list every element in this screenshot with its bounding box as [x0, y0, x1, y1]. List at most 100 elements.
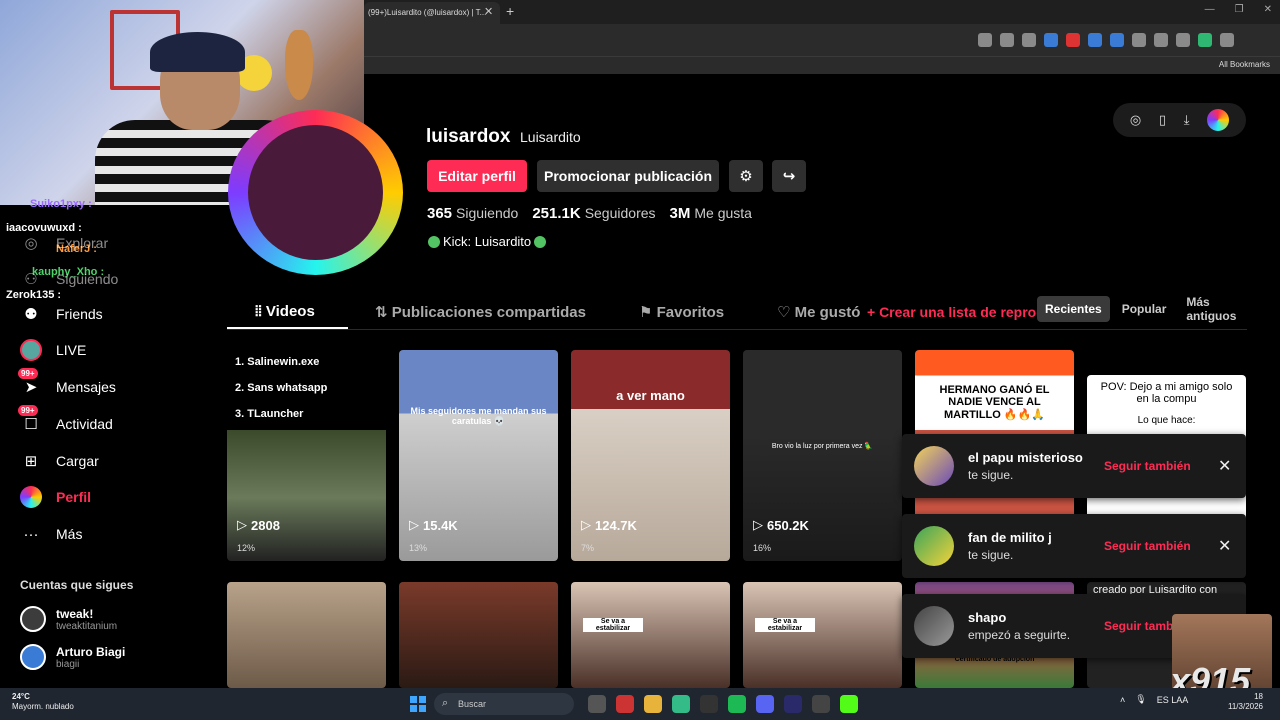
sort-recent[interactable]: Recientes	[1037, 296, 1110, 322]
premiere-icon[interactable]	[784, 695, 802, 713]
minimize-icon[interactable]: —	[1205, 4, 1215, 15]
all-bookmarks[interactable]: All Bookmarks	[1219, 60, 1270, 69]
sidebar-item-explorar[interactable]: ◎ Explorar	[20, 232, 108, 254]
stat-following[interactable]: 365 Siguiendo	[427, 205, 518, 222]
weather-widget[interactable]: 24°C Mayorm. nublado	[12, 692, 74, 711]
close-window-icon[interactable]: ✕	[1264, 4, 1272, 15]
video-card[interactable]: Se va a estabilizar	[571, 582, 730, 688]
close-icon[interactable]: ✕	[1218, 456, 1231, 476]
edit-profile-button[interactable]: Editar perfil	[427, 160, 527, 192]
browser-tab[interactable]: (99+)Luisardito (@luisardox) | T...	[364, 2, 500, 24]
extension-icon[interactable]	[1132, 33, 1146, 47]
profile-icon[interactable]	[1198, 33, 1212, 47]
sort-oldest[interactable]: Más antiguos	[1178, 295, 1247, 323]
windows-start-icon[interactable]	[410, 696, 426, 712]
tab-videos[interactable]: ⦙⦙ Videos	[255, 303, 315, 320]
follow-notification: fan de milito j te sigue. Seguir también…	[902, 514, 1246, 578]
video-card[interactable]: Se va a estabilizar	[743, 582, 902, 688]
extension-icon[interactable]	[1088, 33, 1102, 47]
avatar	[914, 606, 954, 646]
following-account[interactable]: tweak! tweaktitanium	[20, 606, 117, 632]
green-circle-icon	[428, 235, 440, 248]
tab-liked[interactable]: ♡ Me gustó	[777, 303, 860, 321]
follow-notification: el papu misterioso te sigue. Seguir tamb…	[902, 434, 1246, 498]
profile-avatar-icon	[20, 486, 42, 508]
video-card[interactable]	[399, 582, 558, 688]
new-tab-button[interactable]: +	[506, 3, 514, 19]
notification-text: te sigue.	[968, 468, 1014, 482]
discord-icon[interactable]	[756, 695, 774, 713]
view-count: ▷ 124.7K	[581, 517, 637, 533]
extension-icon[interactable]	[1066, 33, 1080, 47]
compass-icon[interactable]: ◎	[1130, 112, 1141, 128]
video-caption: HERMANO GANÓ EL NADIE VENCE AL MARTILLO …	[939, 384, 1050, 421]
zoom-icon[interactable]	[1000, 33, 1014, 47]
plus-square-icon: ⊞	[24, 453, 38, 470]
sidebar-item-siguiendo[interactable]: ⚇ Siguiendo	[20, 268, 118, 290]
share-icon[interactable]: ↪	[772, 160, 806, 192]
video-card[interactable]: 1. Salinewin.exe 2. Sans whatsapp 3. TLa…	[227, 350, 386, 561]
clock[interactable]: 18 11/3/2026	[1228, 692, 1263, 713]
install-icon[interactable]	[978, 33, 992, 47]
sidebar-item-perfil[interactable]: Perfil	[20, 486, 91, 508]
profile-stats: 365 Siguiendo 251.1K Seguidores 3M Me gusta	[427, 205, 752, 222]
chevron-up-icon[interactable]: ˄	[1120, 695, 1125, 705]
download-icon[interactable]	[1176, 33, 1190, 47]
app-icon[interactable]	[700, 695, 718, 713]
language-indicator[interactable]: ES LAA	[1157, 695, 1189, 705]
chrome-icon[interactable]	[672, 695, 690, 713]
video-card[interactable]	[227, 582, 386, 688]
device-icon[interactable]: ▯	[1159, 112, 1166, 128]
kick-icon[interactable]	[840, 695, 858, 713]
sidebar-item-cargar[interactable]: ⊞ Cargar	[20, 450, 99, 472]
sidebar-item-live[interactable]: LIVE	[20, 339, 86, 361]
video-card[interactable]: a ver mano ▷ 124.7K 7%	[571, 350, 730, 561]
guitar	[285, 30, 313, 100]
microphone-icon[interactable]: 🎙	[1135, 694, 1146, 705]
task-view-icon[interactable]	[588, 695, 606, 713]
profile-username: luisardox	[426, 126, 511, 147]
user-avatar[interactable]	[1207, 109, 1230, 131]
users-icon: ⚇	[24, 271, 38, 288]
settings-gear-icon[interactable]: ⚙	[729, 160, 763, 192]
video-card[interactable]: Mis seguidores me mandan sus caratulas 💀…	[399, 350, 558, 561]
tab-close-icon[interactable]: ✕	[484, 5, 493, 18]
sidebar-item-mas[interactable]: ··· Más	[20, 523, 83, 545]
obs-icon[interactable]	[812, 695, 830, 713]
follow-back-button[interactable]: Seguir también	[1104, 539, 1191, 553]
live-icon	[20, 339, 42, 361]
video-card[interactable]: Bro vio la luz por primera vez 🦜 ▷ 650.2…	[743, 350, 902, 561]
sidebar-item-friends[interactable]: ⚉ Friends	[20, 303, 102, 325]
spotify-icon[interactable]	[728, 695, 746, 713]
video-text: 2. Sans whatsapp	[235, 382, 328, 394]
stat-followers[interactable]: 251.1K Seguidores	[532, 205, 655, 222]
tab-favorites[interactable]: ⚑ Favoritos	[639, 303, 724, 321]
close-icon[interactable]: ✕	[1218, 536, 1231, 556]
puzzle-icon[interactable]	[1154, 33, 1168, 47]
extension-icon[interactable]	[1110, 33, 1124, 47]
sort-popular[interactable]: Popular	[1114, 296, 1175, 322]
following-account[interactable]: Arturo Biagi biagii	[20, 644, 125, 670]
retention-percent: 7%	[581, 543, 595, 553]
video-subcaption: Lo que hace:	[1137, 415, 1196, 426]
taskbar-search[interactable]: ⌕ Buscar	[434, 693, 574, 715]
app-icon[interactable]	[616, 695, 634, 713]
search-icon: ⌕	[442, 697, 449, 709]
menu-icon[interactable]	[1220, 33, 1234, 47]
sidebar-item-mensajes[interactable]: ➤ 99+ Mensajes	[18, 368, 116, 398]
taskbar-apps	[588, 695, 858, 713]
extension-icon[interactable]	[1044, 33, 1058, 47]
following-section-title: Cuentas que sigues	[20, 578, 134, 592]
tab-shared-posts[interactable]: ⇅ Publicaciones compartidas	[375, 303, 586, 321]
video-caption: Mis seguidores me mandan sus caratulas 💀	[410, 406, 547, 426]
maximize-icon[interactable]: ❐	[1235, 4, 1244, 15]
sidebar-item-actividad[interactable]: ☐ 99+ Actividad	[18, 405, 113, 435]
folder-icon[interactable]	[644, 695, 662, 713]
download-icon[interactable]: ⤓	[1184, 112, 1190, 128]
promote-post-button[interactable]: Promocionar publicación	[537, 160, 719, 192]
profile-avatar[interactable]	[228, 110, 403, 275]
star-icon[interactable]	[1022, 33, 1036, 47]
video-caption: Bro vio la luz por primera vez 🦜	[771, 443, 874, 450]
chat-line: Zerok135 :	[6, 289, 62, 301]
follow-back-button[interactable]: Seguir también	[1104, 459, 1191, 473]
